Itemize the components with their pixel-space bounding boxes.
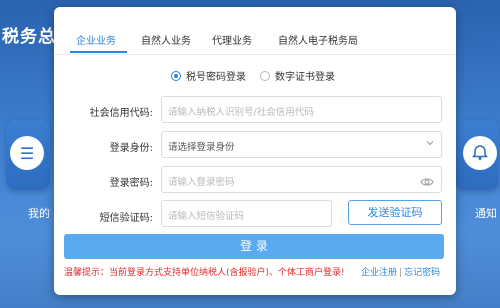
login-button[interactable]: 登 录 xyxy=(64,234,444,259)
bell-icon xyxy=(463,136,497,170)
radio-password-login[interactable]: 税号密码登录 xyxy=(171,68,246,83)
login-tabs: 企业业务 自然人业务 代理业务 自然人电子税务局 xyxy=(54,7,456,55)
tab-enterprise[interactable]: 企业业务 xyxy=(76,32,116,47)
background-title: 税务总 xyxy=(2,27,56,47)
identity-label: 登录身份: xyxy=(109,143,153,154)
radio-certificate-login-label: 数字证书登录 xyxy=(275,72,335,83)
link-separator: | xyxy=(399,268,403,278)
radio-selected-icon xyxy=(171,70,181,81)
sms-code-label: 短信验证码: xyxy=(99,213,153,224)
radio-password-login-label: 税号密码登录 xyxy=(186,72,246,83)
send-code-button[interactable]: 发送验证码 xyxy=(348,200,442,225)
footer-links: 企业注册 | 忘记密码 xyxy=(361,265,440,278)
forgot-password-link[interactable]: 忘记密码 xyxy=(404,268,440,278)
sms-code-input[interactable]: 请输入短信验证码 xyxy=(161,200,332,227)
sms-code-placeholder: 请输入短信验证码 xyxy=(168,211,245,222)
password-input[interactable]: 请输入登录密码 xyxy=(161,166,442,193)
identity-select-value: 请选择登录身份 xyxy=(168,142,235,153)
tab-individual[interactable]: 自然人业务 xyxy=(141,32,191,47)
chevron-down-icon xyxy=(426,139,434,146)
tab-agent[interactable]: 代理业务 xyxy=(212,32,252,47)
active-tab-indicator xyxy=(70,51,127,53)
login-dialog: 企业业务 自然人业务 代理业务 自然人电子税务局 税号密码登录 数字证书登录 社… xyxy=(54,7,456,295)
credit-code-label: 社会信用代码: xyxy=(89,108,153,119)
credit-code-placeholder: 请输入纳税人识别号/社会信用代码 xyxy=(168,107,314,118)
password-label: 登录密码: xyxy=(109,178,153,189)
background-card-left-label: 我的 xyxy=(28,207,50,220)
warning-tip: 温馨提示：当前登录方式支持单位纳税人(含报验户)、个体工商户登录! xyxy=(64,268,345,278)
eye-icon[interactable] xyxy=(420,173,434,192)
password-placeholder: 请输入登录密码 xyxy=(168,177,235,188)
background-card-right-label: 通知 xyxy=(475,207,497,220)
list-icon: ☰ xyxy=(10,136,44,170)
radio-certificate-login[interactable]: 数字证书登录 xyxy=(260,68,335,83)
register-link[interactable]: 企业注册 xyxy=(361,268,397,278)
identity-select[interactable]: 请选择登录身份 xyxy=(161,131,442,158)
tab-individual-etax[interactable]: 自然人电子税务局 xyxy=(278,32,358,47)
radio-unselected-icon xyxy=(260,70,270,81)
credit-code-input[interactable]: 请输入纳税人识别号/社会信用代码 xyxy=(161,96,442,123)
